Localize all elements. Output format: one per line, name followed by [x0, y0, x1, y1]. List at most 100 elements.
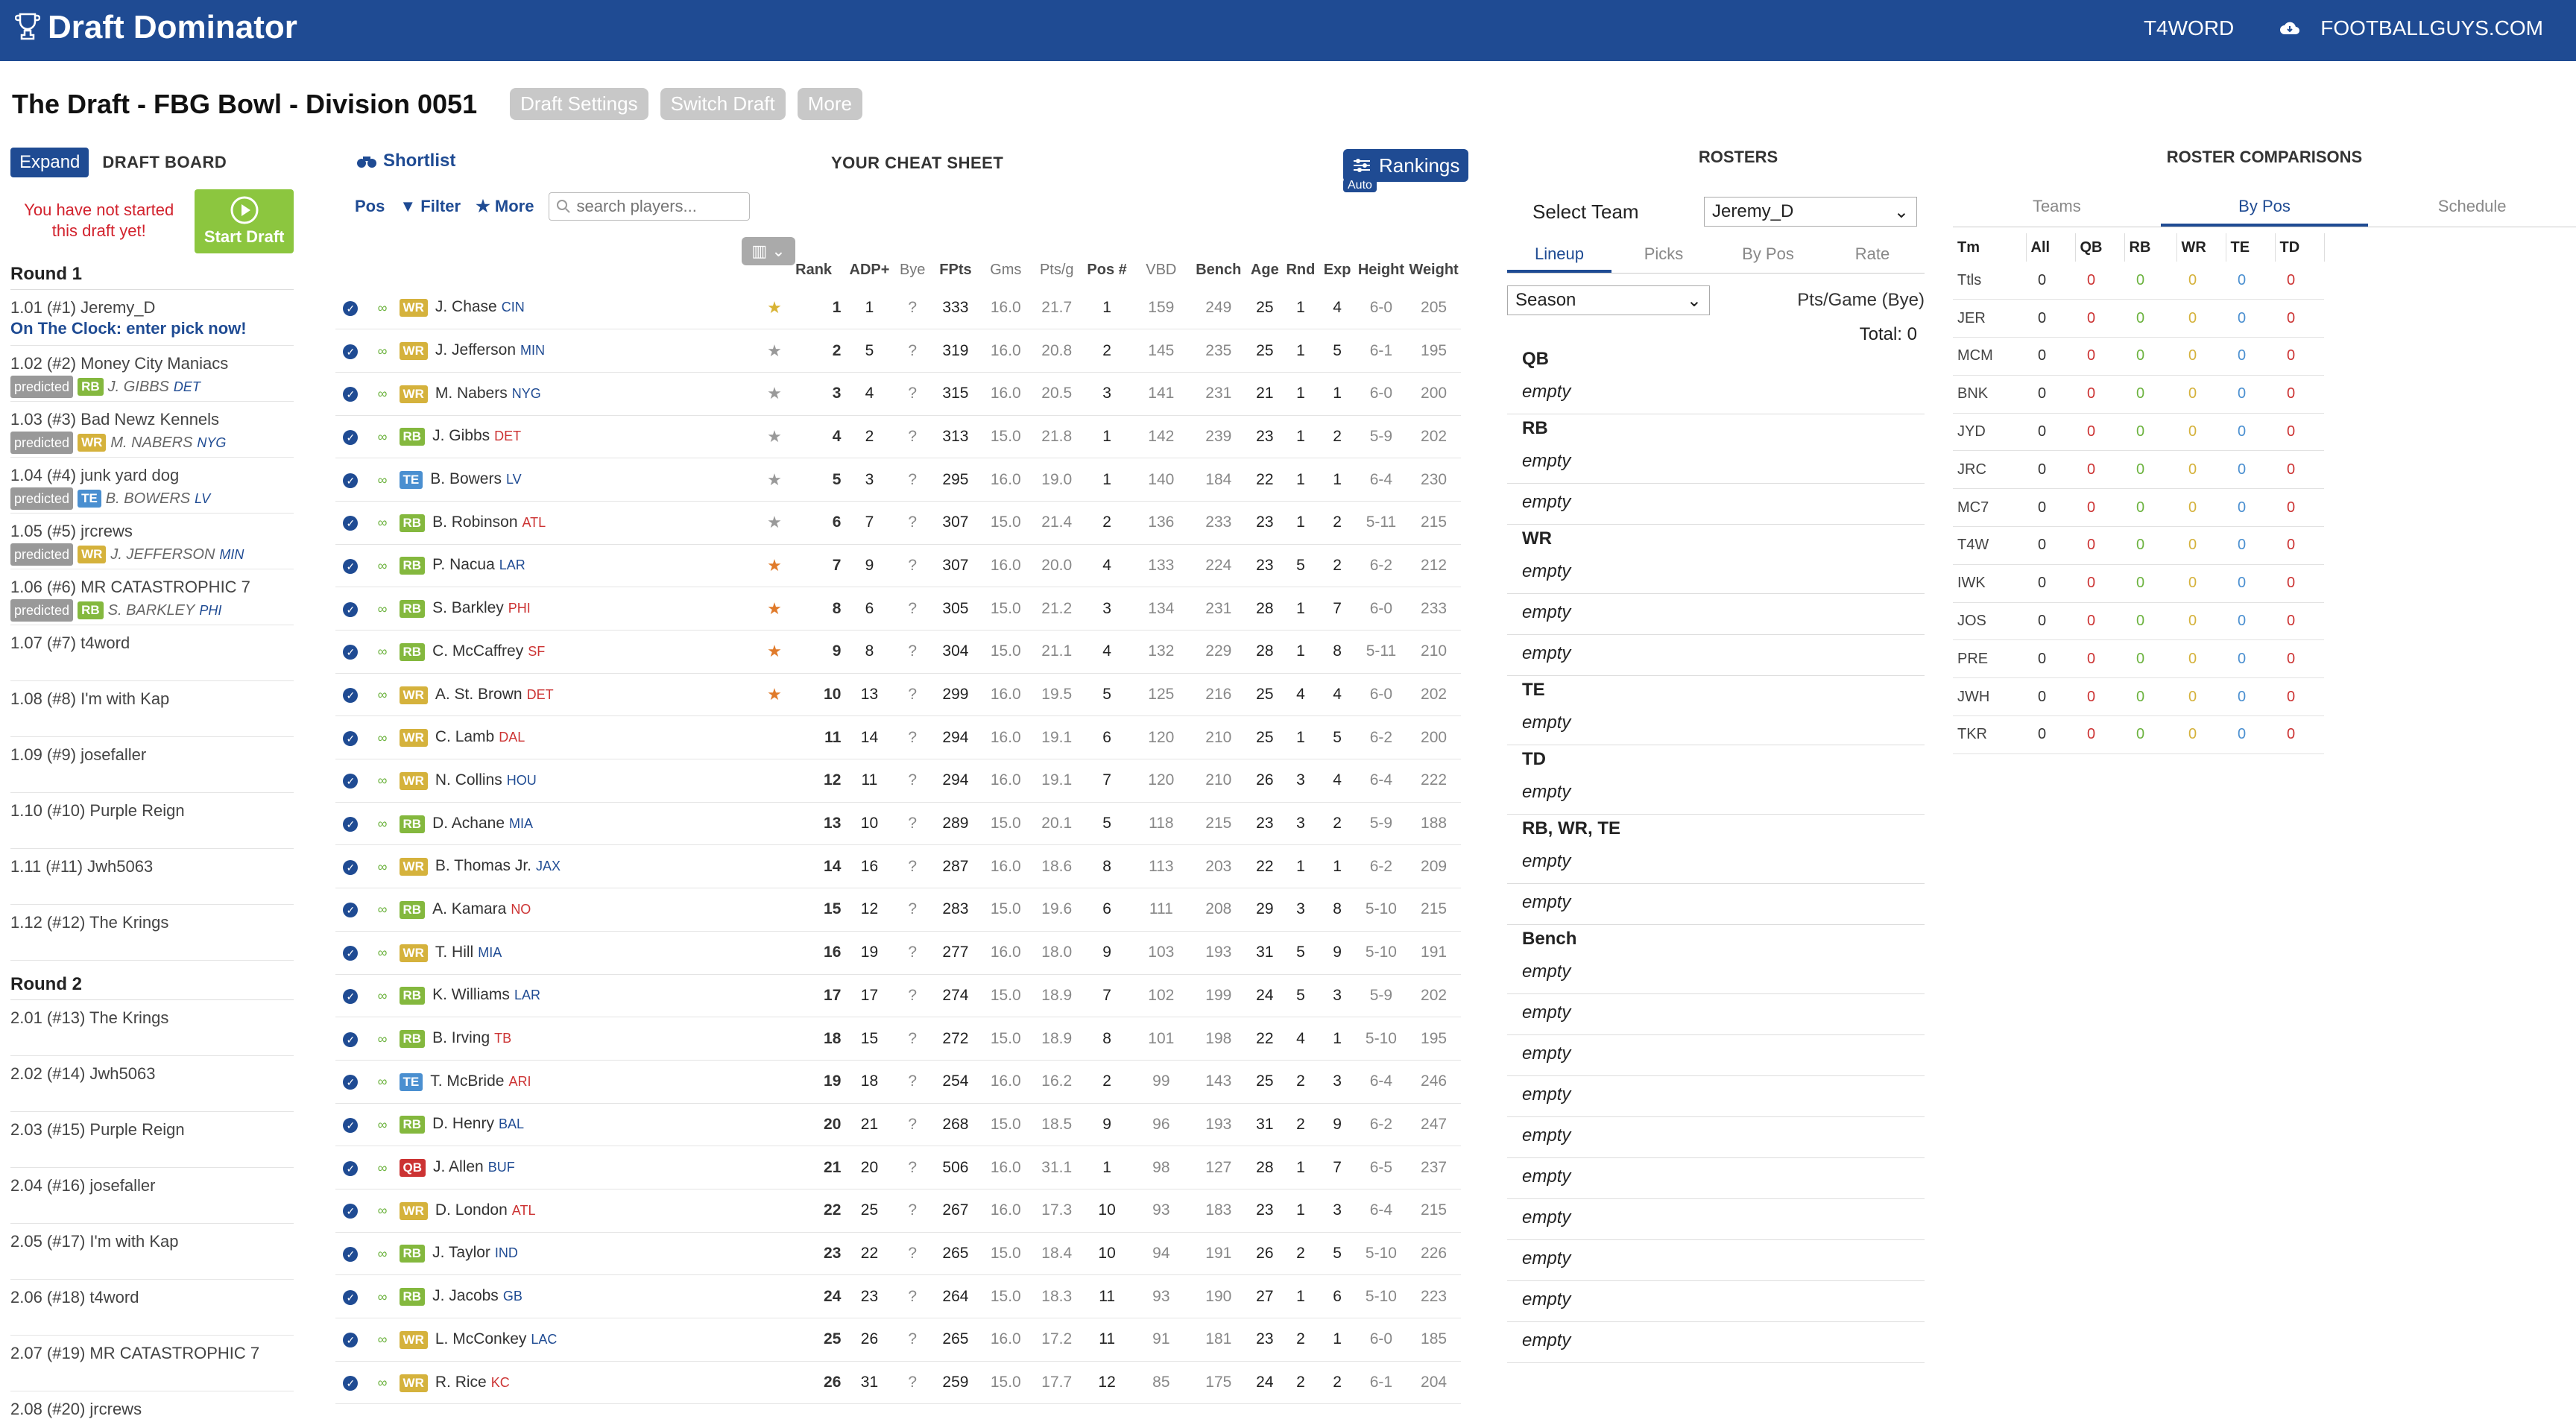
player-name[interactable]: P. Nacua: [432, 556, 495, 573]
draft-pick[interactable]: 1.06 (#6) MR CATASTROPHIC 7 predicted RB S.…: [10, 569, 294, 625]
column-header-height[interactable]: Height: [1356, 243, 1407, 286]
star-icon[interactable]: ★: [767, 513, 782, 531]
binoculars-icon[interactable]: ∞: [378, 988, 388, 1003]
player-name[interactable]: J. Chase: [435, 298, 497, 315]
draft-pick[interactable]: 2.01 (#13) The Krings: [10, 1000, 294, 1056]
column-header-gms[interactable]: Gms: [979, 243, 1032, 286]
table-row[interactable]: ✓ ∞ WR C. Lamb DAL 11 14? 294 16.0 19.1 6 120 210 25 1…: [335, 715, 1461, 760]
binoculars-icon[interactable]: ∞: [378, 601, 388, 616]
player-cell[interactable]: RB S. Barkley PHI: [399, 587, 734, 631]
empty-slot[interactable]: empty: [1507, 994, 1925, 1035]
player-cell[interactable]: TE T. McBride ARI: [399, 1060, 734, 1104]
empty-slot[interactable]: empty: [1507, 635, 1925, 676]
comparison-col-td[interactable]: TD: [2275, 233, 2325, 262]
tab-by-pos[interactable]: By Pos: [1716, 238, 1820, 273]
player-cell[interactable]: RB B. Robinson ATL: [399, 501, 734, 545]
site-link[interactable]: FOOTBALLGUYS.COM: [2320, 16, 2543, 40]
player-name[interactable]: T. Hill: [435, 944, 473, 961]
binoculars-icon[interactable]: ∞: [378, 1074, 388, 1089]
player-search-input[interactable]: [549, 192, 751, 221]
draft-pick[interactable]: 1.09 (#9) josefaller: [10, 737, 294, 793]
comparison-col-te[interactable]: TE: [2226, 233, 2276, 262]
empty-slot[interactable]: empty: [1507, 1076, 1925, 1117]
draft-pick[interactable]: 1.11 (#11) Jwh5063: [10, 849, 294, 905]
draft-pick[interactable]: 1.05 (#5) jrcrews predicted WR J. JEFFERSON…: [10, 514, 294, 569]
table-row[interactable]: ✓ ∞ WR R. Rice KC 26 31? 259 15.0 17.7 12 85 175 24 2 2…: [335, 1361, 1461, 1405]
check-icon[interactable]: ✓: [343, 300, 359, 316]
filter-button[interactable]: ▼ Filter: [400, 197, 461, 216]
player-cell[interactable]: WR R. Rice KC: [399, 1361, 734, 1405]
empty-slot[interactable]: empty: [1507, 443, 1925, 484]
check-icon[interactable]: ✓: [343, 645, 359, 660]
binoculars-icon[interactable]: ∞: [378, 644, 388, 659]
team-select[interactable]: Jeremy_D ⌄: [1704, 197, 1917, 227]
table-row[interactable]: ✓ ∞ RB P. Nacua LAR ★ 7 9? 307 16.0 20.0 4 133 224 23 5…: [335, 544, 1461, 588]
column-header-age[interactable]: Age: [1247, 243, 1282, 286]
draft-pick[interactable]: 2.08 (#20) jrcrews: [10, 1391, 294, 1425]
player-cell[interactable]: RB A. Kamara NO: [399, 888, 734, 932]
table-row[interactable]: ✓ ∞ WR N. Collins HOU 12 11? 294 16.0 19.1 7 120 210…: [335, 759, 1461, 803]
comparison-col-wr[interactable]: WR: [2176, 233, 2226, 262]
player-name[interactable]: T. McBride: [430, 1072, 504, 1090]
check-icon[interactable]: ✓: [343, 1376, 359, 1391]
check-icon[interactable]: ✓: [343, 429, 359, 445]
player-name[interactable]: C. Lamb: [435, 728, 494, 745]
binoculars-icon[interactable]: ∞: [378, 515, 388, 530]
check-icon[interactable]: ✓: [343, 601, 359, 617]
column-header-rank[interactable]: Rank: [782, 243, 846, 286]
check-icon[interactable]: ✓: [343, 688, 359, 704]
star-icon[interactable]: ★: [767, 470, 782, 489]
binoculars-icon[interactable]: ∞: [378, 1117, 388, 1132]
player-cell[interactable]: RB B. Irving TB: [399, 1017, 734, 1061]
player-name[interactable]: C. McCaffrey: [432, 642, 523, 660]
check-icon[interactable]: ✓: [343, 344, 359, 359]
check-icon[interactable]: ✓: [343, 1075, 359, 1090]
player-cell[interactable]: WR L. McConkey LAC: [399, 1318, 734, 1362]
table-row[interactable]: ✓ ∞ WR T. Hill MIA 16 19? 277 16.0 18.0 9 103 193 31 5…: [335, 931, 1461, 975]
empty-slot[interactable]: empty: [1507, 1240, 1925, 1281]
table-row[interactable]: ✓ ∞ RB K. Williams LAR 17 17? 274 15.0 18.9 7 102 19…: [335, 974, 1461, 1018]
check-icon[interactable]: ✓: [343, 1333, 359, 1348]
comparison-col-rb[interactable]: RB: [2124, 233, 2177, 262]
player-name[interactable]: B. Thomas Jr.: [435, 857, 531, 874]
binoculars-icon[interactable]: ∞: [378, 344, 388, 358]
table-row[interactable]: ✓ ∞ RB J. Gibbs DET ★ 4 2? 313 15.0 21.8 1 142 239 23 1…: [335, 415, 1461, 459]
table-row[interactable]: ✓ ∞ RB J. Jacobs GB 24 23? 264 15.0 18.3 11 93 190 27…: [335, 1274, 1461, 1318]
player-name[interactable]: A. St. Brown: [435, 686, 523, 703]
table-row[interactable]: ✓ ∞ RB D. Achane MIA 13 10? 289 15.0 20.1 5 118 215 2…: [335, 802, 1461, 846]
binoculars-icon[interactable]: ∞: [378, 1246, 388, 1261]
empty-slot[interactable]: empty: [1507, 884, 1925, 925]
tab-teams[interactable]: Teams: [1953, 189, 2161, 227]
table-row[interactable]: ✓ ∞ RB C. McCaffrey SF ★ 9 8? 304 15.0 21.1 4 132 229…: [335, 630, 1461, 674]
binoculars-icon[interactable]: ∞: [378, 1289, 388, 1304]
check-icon[interactable]: ✓: [343, 988, 359, 1004]
player-cell[interactable]: WR M. Nabers NYG: [399, 372, 734, 416]
table-row[interactable]: ✓ ∞ RB S. Barkley PHI ★ 8 6? 305 15.0 21.2 3 134 231 2…: [335, 587, 1461, 631]
draft-pick[interactable]: 2.04 (#16) josefaller: [10, 1168, 294, 1224]
player-cell[interactable]: RB D. Achane MIA: [399, 802, 734, 846]
binoculars-icon[interactable]: ∞: [378, 945, 388, 960]
binoculars-icon[interactable]: ∞: [378, 773, 388, 788]
brand[interactable]: Draft Dominator: [15, 9, 297, 46]
empty-slot[interactable]: empty: [1507, 594, 1925, 635]
player-cell[interactable]: WR J. Jefferson MIN: [399, 329, 734, 373]
binoculars-icon[interactable]: ∞: [378, 473, 388, 487]
period-select[interactable]: Season ⌄: [1507, 285, 1710, 315]
player-cell[interactable]: WR D. London ATL: [399, 1189, 734, 1233]
draft-pick[interactable]: 1.12 (#12) The Krings: [10, 905, 294, 961]
binoculars-icon[interactable]: ∞: [378, 1203, 388, 1218]
empty-slot[interactable]: empty: [1507, 1199, 1925, 1240]
player-cell[interactable]: WR C. Lamb DAL: [399, 715, 734, 760]
column-header-fpts[interactable]: FPts: [932, 243, 979, 286]
table-row[interactable]: ✓ ∞ WR B. Thomas Jr. JAX 14 16? 287 16.0 18.6 8 113…: [335, 844, 1461, 889]
table-row[interactable]: ✓ ∞ WR D. London ATL 22 25? 267 16.0 17.3 10 93 183 2…: [335, 1189, 1461, 1233]
draft-pick[interactable]: 1.02 (#2) Money City Maniacs predicted RB J…: [10, 346, 294, 402]
table-row[interactable]: ✓ ∞ QB J. Allen BUF 21 20? 506 16.0 31.1 1 98 127 28 1…: [335, 1146, 1461, 1189]
player-cell[interactable]: WR B. Thomas Jr. JAX: [399, 844, 734, 889]
player-name[interactable]: N. Collins: [435, 771, 502, 789]
table-row[interactable]: ✓ ∞ RB D. Henry BAL 20 21? 268 15.0 18.5 9 96 193 31 2…: [335, 1103, 1461, 1147]
column-header-bench[interactable]: Bench: [1190, 243, 1247, 286]
player-name[interactable]: D. Achane: [432, 815, 505, 832]
draft-settings-button[interactable]: Draft Settings: [510, 88, 648, 120]
star-icon[interactable]: ★: [767, 685, 782, 704]
